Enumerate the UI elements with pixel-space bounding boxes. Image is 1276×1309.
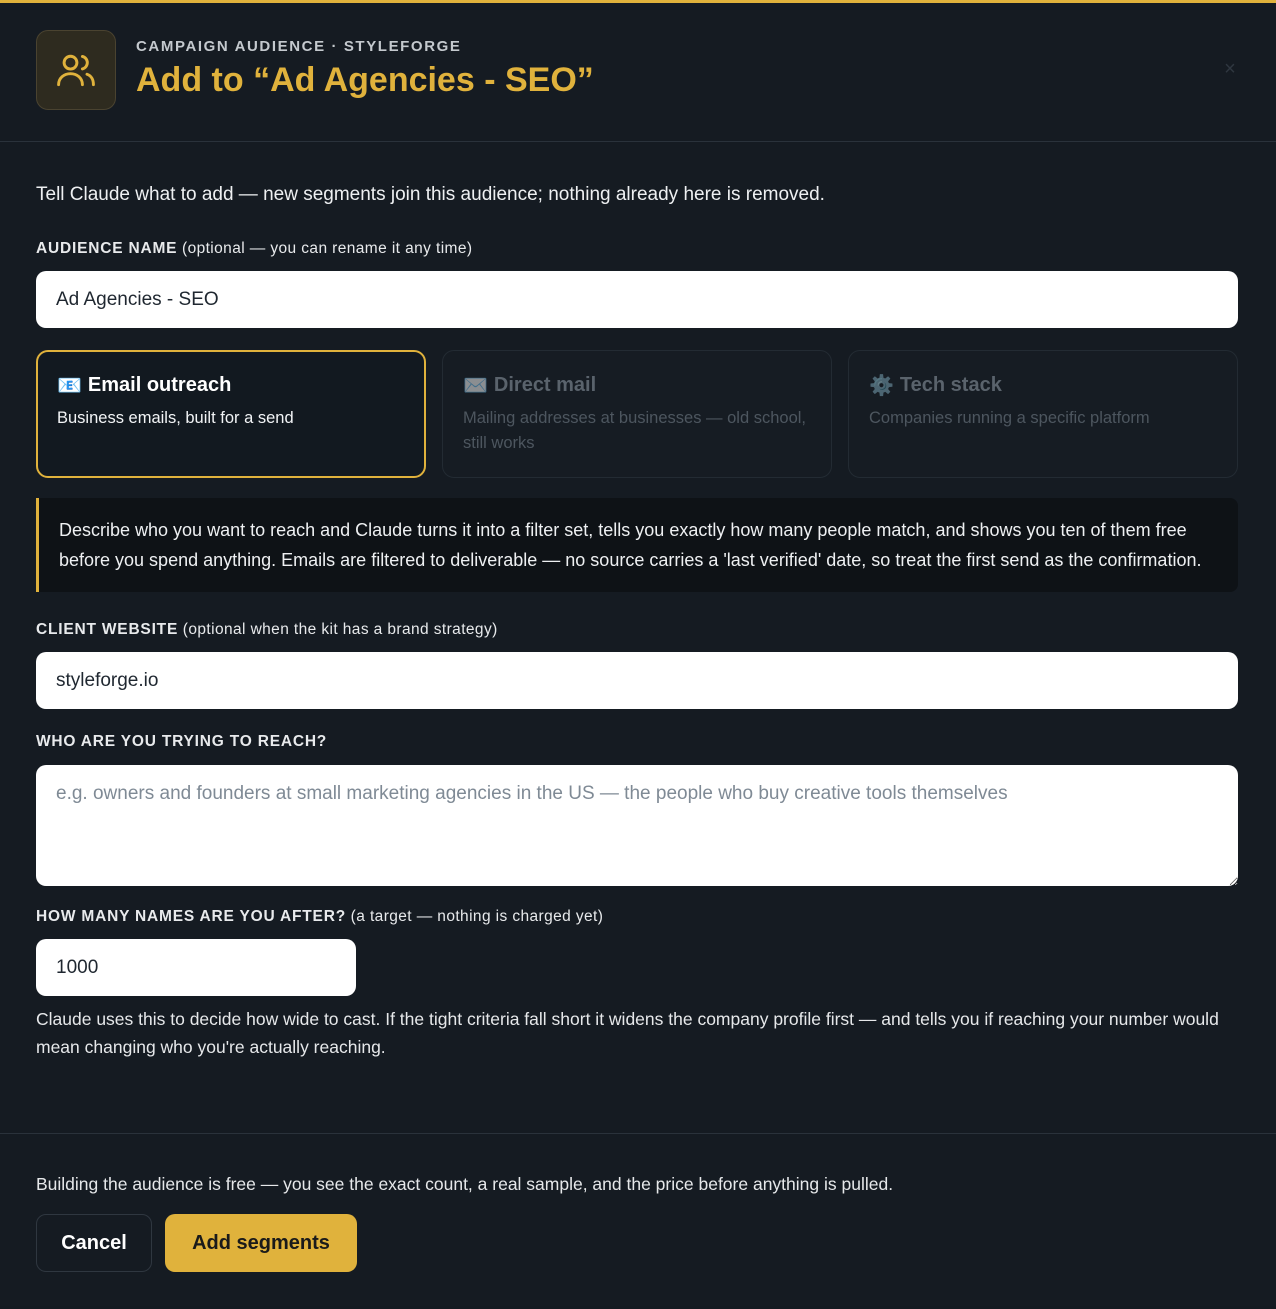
add-segments-dialog: CAMPAIGN AUDIENCE · STYLEFORGE Add to “A… bbox=[0, 0, 1276, 1306]
target-count-input[interactable] bbox=[36, 939, 356, 996]
target-help-text: Claude uses this to decide how wide to c… bbox=[36, 1009, 1219, 1057]
add-segments-button[interactable]: Add segments bbox=[165, 1214, 357, 1272]
channel-options: 📧 Email outreach Business emails, built f… bbox=[36, 350, 1238, 478]
channel-description: Business emails, built for a send bbox=[57, 409, 294, 427]
dialog-footer: Building the audience is free — you see … bbox=[0, 1133, 1276, 1309]
envelope-icon: ✉️ bbox=[463, 375, 488, 397]
client-website-input[interactable] bbox=[36, 652, 1238, 709]
channel-title: Tech stack bbox=[899, 374, 1002, 396]
channel-title: Email outreach bbox=[87, 374, 232, 396]
users-icon bbox=[36, 30, 116, 110]
channel-option-email[interactable]: 📧 Email outreach Business emails, built f… bbox=[36, 350, 426, 478]
close-icon[interactable]: × bbox=[1220, 59, 1240, 79]
channel-title: Direct mail bbox=[493, 374, 597, 396]
dialog-eyebrow: CAMPAIGN AUDIENCE · STYLEFORGE bbox=[136, 38, 462, 55]
dialog-title: Add to “Ad Agencies - SEO” bbox=[136, 61, 594, 99]
dialog-body: Tell Claude what to add — new segments j… bbox=[36, 183, 1238, 1061]
info-callout: Describe who you want to reach and Claud… bbox=[36, 498, 1238, 592]
channel-description: Companies running a specific platform bbox=[869, 409, 1150, 427]
client-website-label: CLIENT WEBSITE (optional when the kit ha… bbox=[36, 621, 498, 638]
cancel-button[interactable]: Cancel bbox=[36, 1214, 152, 1272]
reach-textarea[interactable] bbox=[36, 765, 1238, 886]
audience-name-input[interactable] bbox=[36, 271, 1238, 328]
audience-name-label: AUDIENCE NAME (optional — you can rename… bbox=[36, 240, 473, 257]
channel-option-tech-stack[interactable]: ⚙️ Tech stack Companies running a specifi… bbox=[848, 350, 1238, 478]
gear-icon: ⚙️ bbox=[869, 375, 894, 397]
target-count-label: HOW MANY NAMES ARE YOU AFTER? (a target … bbox=[36, 908, 604, 925]
channel-option-direct-mail[interactable]: ✉️ Direct mail Mailing addresses at busin… bbox=[442, 350, 832, 478]
footer-note: Building the audience is free — you see … bbox=[36, 1174, 894, 1194]
email-icon: 📧 bbox=[57, 375, 82, 397]
dialog-header: CAMPAIGN AUDIENCE · STYLEFORGE Add to “A… bbox=[0, 3, 1276, 142]
intro-text: Tell Claude what to add — new segments j… bbox=[36, 184, 825, 205]
reach-label: WHO ARE YOU TRYING TO REACH? bbox=[36, 733, 328, 750]
channel-description: Mailing addresses at businesses — old sc… bbox=[463, 409, 807, 452]
